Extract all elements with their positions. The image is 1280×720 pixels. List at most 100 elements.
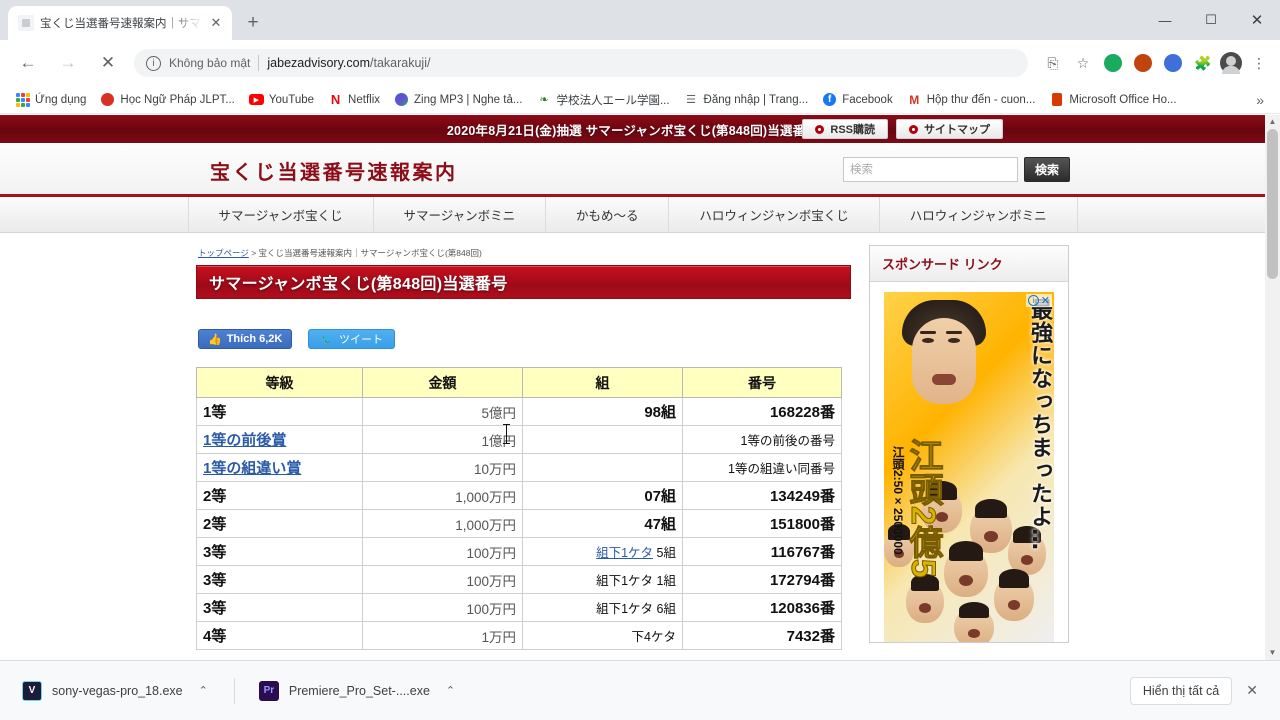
col-header-amount: 金額 (362, 367, 523, 398)
bookmark-facebook[interactable]: f Facebook (815, 90, 900, 109)
nav-item-kamome[interactable]: かもめ〜る (546, 197, 670, 232)
bookmark-dangnhap[interactable]: ☰ Đăng nhập | Trang... (677, 90, 816, 109)
scrollbar-thumb[interactable] (1267, 129, 1278, 279)
topbar-button-group: RSS購読 サイトマップ (802, 119, 1003, 139)
sponsored-links-title: スポンサード リンク (882, 257, 1003, 272)
cell-group: 07組 (522, 481, 683, 510)
cell-amount: 1億円 (362, 425, 523, 454)
advertisement[interactable]: i ✕ 最強になっちまったよ… 江頭2億5 江頭2:50×2500000 (884, 292, 1054, 642)
sponsored-links-header: スポンサード リンク (870, 246, 1068, 282)
maximize-button[interactable]: ☐ (1188, 0, 1234, 40)
download-item-premiere-pro[interactable]: Pr Premiere_Pro_Set-....exe ⌃ (249, 673, 467, 709)
twitter-tweet-button[interactable]: 🐦 ツイート (308, 329, 396, 349)
new-tab-button[interactable]: + (242, 13, 264, 35)
bookmark-label: Netflix (348, 93, 380, 106)
table-row: 3等 100万円 組下1ケタ 5組 116767番 (196, 537, 842, 566)
stop-loading-button[interactable]: ✕ (93, 48, 123, 78)
share-icon[interactable]: ⎘ (1040, 50, 1066, 76)
bookmark-office[interactable]: Microsoft Office Ho... (1042, 90, 1183, 109)
vegas-file-icon: V (22, 680, 42, 701)
site-topbar-title: 2020年8月21日(金)抽選 サマージャンボ宝くじ(第848回)当選番号 (446, 123, 819, 138)
site-search: 検索 (842, 157, 1070, 182)
scroll-up-arrow-icon[interactable]: ▲ (1265, 115, 1280, 129)
cell-group: 47組 (522, 509, 683, 538)
bookmarks-overflow-button[interactable]: » (1248, 90, 1272, 110)
tab-close-icon[interactable]: ✕ (208, 15, 224, 31)
site-logo[interactable]: 宝くじ当選番号速報案内 (210, 156, 458, 185)
table-row: 3等 100万円 組下1ケタ 1組 172794番 (196, 565, 842, 594)
cell-number: 134249番 (682, 481, 842, 510)
profile-avatar[interactable] (1220, 52, 1242, 74)
bookmark-star-icon[interactable]: ☆ (1070, 50, 1096, 76)
cell-rank[interactable]: 1等の前後賞 (196, 425, 363, 454)
cell-group[interactable]: 組下1ケタ 5組 (522, 537, 683, 566)
sitemap-button[interactable]: サイトマップ (896, 119, 1003, 139)
page-title: サマージャンボ宝くじ(第848回)当選番号 (209, 276, 508, 293)
cell-rank: 2等 (196, 509, 363, 538)
col-header-group: 組 (522, 367, 683, 398)
site-info-icon[interactable]: i (146, 55, 161, 71)
bookmark-label: Hộp thư đến - cuon... (926, 93, 1036, 106)
bookmark-youtube[interactable]: ▶ YouTube (242, 90, 321, 109)
extension-icon-1[interactable] (1100, 50, 1126, 76)
facebook-icon: f (822, 92, 837, 107)
bookmark-apps[interactable]: Ứng dụng (8, 90, 93, 109)
group-link[interactable]: 組下1ケタ (596, 546, 653, 560)
page-scrollbar[interactable]: ▲ ▼ (1265, 115, 1280, 660)
download-menu-caret-icon[interactable]: ⌃ (193, 684, 214, 697)
cell-rank[interactable]: 1等の組違い賞 (196, 453, 363, 482)
bookmark-netflix[interactable]: N Netflix (321, 90, 387, 109)
sitemap-icon (909, 124, 918, 134)
close-download-shelf-icon[interactable]: ✕ (1232, 682, 1268, 699)
forward-button[interactable]: → (53, 48, 83, 78)
url-path: /takarakuji/ (370, 56, 431, 70)
nav-item-summer-jumbo-mini[interactable]: サマージャンボミニ (374, 197, 547, 232)
show-all-downloads-button[interactable]: Hiển thị tất cả (1129, 676, 1233, 705)
extensions-puzzle-icon[interactable]: 🧩 (1190, 50, 1216, 76)
bookmark-label: 学校法人エール学園... (556, 94, 670, 107)
cell-amount: 1万円 (362, 621, 523, 650)
search-input[interactable] (842, 157, 1018, 182)
rss-label: RSS購読 (830, 124, 875, 136)
table-header-row: 等級 金額 組 番号 (196, 367, 842, 398)
window-close-button[interactable]: ✕ (1234, 0, 1280, 40)
menu-kebab-icon[interactable]: ⋮ (1246, 50, 1272, 76)
table-row: 2等 1,000万円 07組 134249番 (196, 481, 842, 510)
address-bar[interactable]: i Không bảo mật jabezadvisory.com/takara… (134, 49, 1028, 77)
facebook-like-button[interactable]: 👍 Thích 6,2K (198, 329, 293, 349)
rank-link[interactable]: 1等の前後賞 (203, 432, 286, 449)
page-viewport: 2020年8月21日(金)抽選 サマージャンボ宝くじ(第848回)当選番号 RS… (0, 115, 1280, 660)
bookmark-jlpt[interactable]: Học Ngữ Pháp JLPT... (93, 90, 241, 109)
minimize-button[interactable]: — (1142, 0, 1188, 40)
extension-icon-2[interactable] (1130, 50, 1156, 76)
cell-group: 組下1ケタ 1組 (522, 565, 683, 594)
ad-face-illustration (896, 300, 992, 420)
search-button[interactable]: 検索 (1023, 157, 1070, 182)
breadcrumb-home-link[interactable]: トップページ (198, 248, 249, 258)
office-icon (1049, 92, 1064, 107)
nav-item-summer-jumbo[interactable]: サマージャンボ宝くじ (187, 197, 374, 232)
download-divider (233, 677, 235, 704)
bookmark-label: Đăng nhập | Trang... (703, 93, 809, 106)
omnibox-divider (258, 55, 260, 71)
nav-item-halloween-jumbo-mini[interactable]: ハロウィンジャンボミニ (880, 197, 1078, 232)
hamburger-icon: ☰ (686, 94, 696, 106)
bookmark-school[interactable]: ❧ 学校法人エール学園... (529, 90, 676, 110)
adchoices-icon[interactable]: i ✕ (1025, 294, 1052, 307)
rss-subscribe-button[interactable]: RSS購読 (802, 119, 888, 139)
col-header-rank: 等級 (196, 367, 363, 398)
facebook-like-label: Thích 6,2K (226, 333, 283, 345)
extension-icon-3[interactable] (1160, 50, 1186, 76)
nav-item-halloween-jumbo[interactable]: ハロウィンジャンボ宝くじ (669, 197, 880, 232)
bookmark-zingmp3[interactable]: Zing MP3 | Nghe tả... (387, 90, 529, 109)
browser-tab[interactable]: 宝くじ当選番号速報案内｜サマージ ✕ (8, 6, 232, 40)
text-cursor (503, 424, 510, 444)
thumbs-up-icon: 👍 (208, 333, 222, 346)
download-menu-caret-icon[interactable]: ⌃ (440, 684, 461, 697)
cell-group (522, 453, 683, 482)
bookmark-gmail[interactable]: M Hộp thư đến - cuon... (900, 90, 1043, 109)
back-button[interactable]: ← (13, 48, 43, 78)
download-item-sony-vegas[interactable]: V sony-vegas-pro_18.exe ⌃ (12, 673, 220, 709)
scroll-down-arrow-icon[interactable]: ▼ (1265, 646, 1280, 660)
rank-link[interactable]: 1等の組違い賞 (203, 460, 301, 477)
